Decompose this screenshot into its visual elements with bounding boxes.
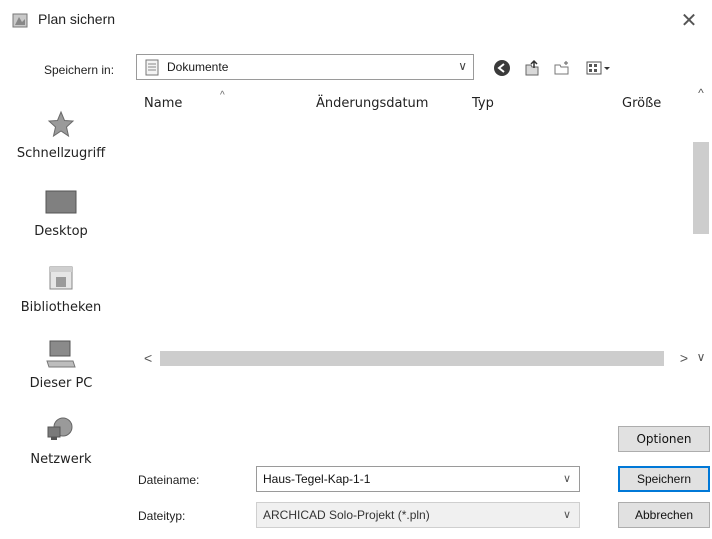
- desktop-icon: [43, 184, 79, 220]
- app-icon: [12, 12, 28, 28]
- view-menu-icon[interactable]: [584, 58, 614, 78]
- horizontal-scrollbar[interactable]: < >: [140, 350, 692, 368]
- vertical-scrollbar[interactable]: ^ ∨: [692, 86, 710, 364]
- cancel-button[interactable]: Abbrechen: [618, 502, 710, 528]
- filetype-dropdown[interactable]: ARCHICAD Solo-Projekt (*.pln) ∨: [256, 502, 580, 528]
- save-in-dropdown[interactable]: Dokumente ∨: [136, 54, 474, 80]
- save-in-label: Speichern in:: [44, 63, 115, 77]
- place-libraries[interactable]: Bibliotheken: [0, 260, 122, 315]
- scroll-right-icon[interactable]: >: [680, 350, 688, 366]
- sort-caret-icon: ^: [220, 90, 225, 101]
- column-header-name[interactable]: Name: [144, 96, 182, 111]
- column-header-type[interactable]: Typ: [472, 96, 494, 111]
- up-folder-icon[interactable]: [522, 58, 542, 78]
- network-icon: [43, 412, 79, 448]
- places-bar: Schnellzugriff Desktop Bibliotheken Dies…: [0, 90, 122, 490]
- star-icon: [43, 106, 79, 142]
- close-button[interactable]: ✕: [666, 0, 712, 40]
- chevron-down-icon: ∨: [458, 59, 467, 73]
- chevron-down-icon: ∨: [562, 509, 571, 521]
- scroll-up-icon[interactable]: ^: [692, 86, 710, 100]
- place-this-pc[interactable]: Dieser PC: [0, 336, 122, 391]
- window-title: Plan sichern: [38, 11, 116, 27]
- filetype-value: ARCHICAD Solo-Projekt (*.pln): [263, 508, 430, 522]
- filename-label: Dateiname:: [138, 473, 200, 487]
- filename-value: Haus-Tegel-Kap-1-1: [263, 472, 371, 486]
- column-header-modified[interactable]: Änderungsdatum: [316, 96, 428, 111]
- new-folder-icon[interactable]: [552, 58, 572, 78]
- vertical-scroll-thumb[interactable]: [693, 142, 709, 234]
- filename-input[interactable]: Haus-Tegel-Kap-1-1 ∨: [256, 466, 580, 492]
- save-in-value: Dokumente: [167, 60, 229, 74]
- options-button[interactable]: Optionen: [618, 426, 710, 452]
- chevron-down-icon[interactable]: ∨: [563, 472, 571, 485]
- file-list[interactable]: Name Änderungsdatum Typ Größe: [136, 84, 710, 372]
- title-bar: Plan sichern ✕: [0, 0, 712, 40]
- place-desktop[interactable]: Desktop: [0, 184, 122, 239]
- documents-folder-icon: [145, 59, 159, 76]
- scroll-left-icon[interactable]: <: [144, 350, 152, 366]
- place-network[interactable]: Netzwerk: [0, 412, 122, 467]
- column-header-size[interactable]: Größe: [622, 96, 661, 111]
- computer-icon: [43, 336, 79, 372]
- save-button[interactable]: Speichern: [618, 466, 710, 492]
- filetype-label: Dateityp:: [138, 509, 186, 523]
- horizontal-scroll-thumb[interactable]: [160, 351, 664, 366]
- place-quick-access[interactable]: Schnellzugriff: [0, 106, 122, 161]
- libraries-icon: [43, 260, 79, 296]
- back-icon[interactable]: [492, 58, 512, 78]
- scroll-down-icon[interactable]: ∨: [692, 350, 710, 364]
- close-icon: ✕: [680, 9, 698, 32]
- save-dialog: Plan sichern ✕ Speichern in: Dokumente ∨: [0, 0, 712, 539]
